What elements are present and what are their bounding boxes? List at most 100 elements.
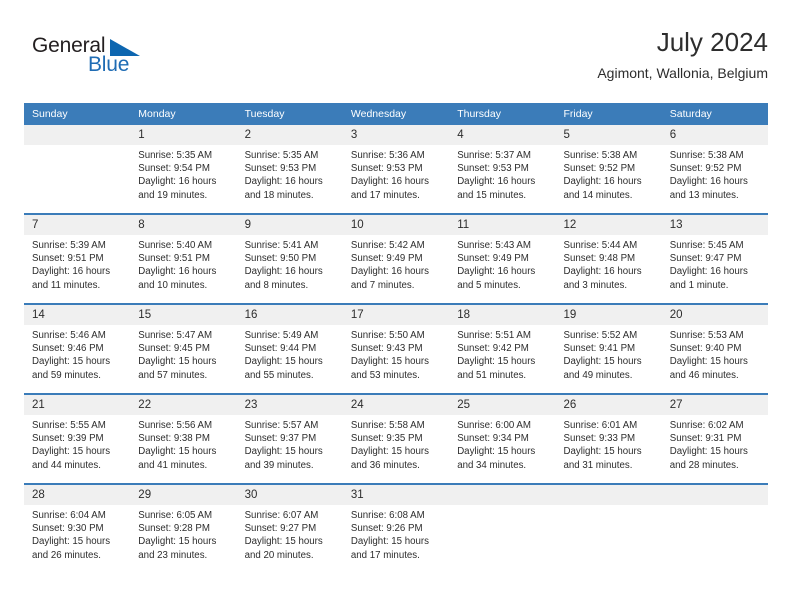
day-details: Sunrise: 5:36 AM Sunset: 9:53 PM Daylight:… <box>343 145 449 202</box>
day-detail-daylight2: and 26 minutes. <box>32 549 101 561</box>
day-number: 18 <box>449 305 556 325</box>
calendar-cell-inner: 10 Sunrise: 5:42 AM Sunset: 9:49 PM Dayligh… <box>342 215 450 303</box>
calendar-day-cell[interactable]: 22 Sunrise: 5:56 AM Sunset: 9:38 PM Dayligh… <box>130 393 237 484</box>
calendar-day-cell[interactable]: 12 Sunrise: 5:44 AM Sunset: 9:48 PM Dayligh… <box>555 213 662 304</box>
calendar-day-cell[interactable]: 18 Sunrise: 5:51 AM Sunset: 9:42 PM Dayligh… <box>449 303 556 394</box>
day-detail-sunset: Sunset: 9:49 PM <box>457 253 529 265</box>
calendar-cell-inner: 19 Sunrise: 5:52 AM Sunset: 9:41 PM Dayligh… <box>555 305 662 393</box>
calendar-cell-empty <box>555 483 662 573</box>
calendar-day-cell[interactable]: 16 Sunrise: 5:49 AM Sunset: 9:44 PM Dayligh… <box>236 303 343 394</box>
day-detail-sunrise: Sunrise: 5:56 AM <box>138 420 213 431</box>
calendar-day-cell[interactable]: 2 Sunrise: 5:35 AM Sunset: 9:53 PM Daylight… <box>236 125 343 214</box>
calendar-day-cell[interactable]: 29 Sunrise: 6:05 AM Sunset: 9:28 PM Dayligh… <box>130 483 237 573</box>
day-details: Sunrise: 6:07 AM Sunset: 9:27 PM Daylight:… <box>237 505 343 562</box>
day-details: Sunrise: 5:49 AM Sunset: 9:44 PM Daylight:… <box>237 325 343 382</box>
calendar-day-cell[interactable]: 15 Sunrise: 5:47 AM Sunset: 9:45 PM Dayligh… <box>130 303 237 394</box>
day-detail-sunset: Sunset: 9:53 PM <box>457 163 529 175</box>
day-details: Sunrise: 5:41 AM Sunset: 9:50 PM Daylight:… <box>237 235 343 292</box>
day-detail-sunrise: Sunrise: 5:47 AM <box>138 330 213 341</box>
day-number: 1 <box>130 125 237 145</box>
day-detail-daylight2: and 20 minutes. <box>244 549 314 561</box>
title-block: July 2024 Agimont, Wallonia, Belgium <box>597 26 768 83</box>
calendar-day-cell[interactable]: 9 Sunrise: 5:41 AM Sunset: 9:50 PM Daylight… <box>236 213 343 304</box>
day-detail-sunset: Sunset: 9:43 PM <box>350 343 423 355</box>
calendar-day-cell[interactable]: 7 Sunrise: 5:39 AM Sunset: 9:51 PM Daylight… <box>24 213 131 304</box>
day-detail-sunrise: Sunrise: 5:58 AM <box>350 420 425 431</box>
day-number: 13 <box>661 215 768 235</box>
day-detail-daylight1: Daylight: 15 hours <box>669 356 748 368</box>
day-number: 20 <box>661 305 768 325</box>
calendar-day-cell[interactable]: 10 Sunrise: 5:42 AM Sunset: 9:49 PM Dayligh… <box>342 213 450 304</box>
day-details: Sunrise: 5:57 AM Sunset: 9:37 PM Daylight:… <box>237 415 343 472</box>
day-detail-sunrise: Sunrise: 5:39 AM <box>32 240 106 251</box>
calendar-day-cell[interactable]: 8 Sunrise: 5:40 AM Sunset: 9:51 PM Daylight… <box>130 213 237 304</box>
calendar-day-cell[interactable]: 25 Sunrise: 6:00 AM Sunset: 9:34 PM Dayligh… <box>449 393 556 484</box>
day-detail-sunset: Sunset: 9:52 PM <box>669 163 742 175</box>
day-details: Sunrise: 5:47 AM Sunset: 9:45 PM Daylight:… <box>130 325 236 382</box>
day-details: Sunrise: 5:38 AM Sunset: 9:52 PM Daylight:… <box>555 145 661 202</box>
day-detail-daylight1: Daylight: 15 hours <box>138 356 217 368</box>
day-number <box>555 485 662 505</box>
calendar-day-cell[interactable]: 28 Sunrise: 6:04 AM Sunset: 9:30 PM Dayligh… <box>24 483 131 573</box>
calendar-day-cell[interactable]: 24 Sunrise: 5:58 AM Sunset: 9:35 PM Dayligh… <box>342 393 450 484</box>
day-detail-daylight1: Daylight: 16 hours <box>350 266 429 278</box>
day-detail-daylight1: Daylight: 15 hours <box>244 356 323 368</box>
calendar-cell-inner: 1 Sunrise: 5:35 AM Sunset: 9:54 PM Daylight… <box>130 125 237 213</box>
day-detail-sunset: Sunset: 9:54 PM <box>138 163 210 175</box>
day-detail-daylight1: Daylight: 16 hours <box>350 176 429 188</box>
day-detail-sunset: Sunset: 9:38 PM <box>138 433 210 445</box>
calendar-day-cell[interactable]: 11 Sunrise: 5:43 AM Sunset: 9:49 PM Dayligh… <box>449 213 556 304</box>
calendar-day-cell[interactable]: 19 Sunrise: 5:52 AM Sunset: 9:41 PM Dayligh… <box>555 303 662 394</box>
day-detail-daylight1: Daylight: 15 hours <box>32 446 111 458</box>
calendar-day-cell[interactable]: 20 Sunrise: 5:53 AM Sunset: 9:40 PM Dayligh… <box>661 303 768 394</box>
general-blue-logo[interactable]: General Blue <box>32 34 162 80</box>
day-number: 28 <box>24 485 131 505</box>
day-number: 21 <box>24 395 131 415</box>
day-detail-daylight1: Daylight: 15 hours <box>563 446 642 458</box>
calendar-cell-inner: 17 Sunrise: 5:50 AM Sunset: 9:43 PM Dayligh… <box>342 305 450 393</box>
calendar-cell-inner: 4 Sunrise: 5:37 AM Sunset: 9:53 PM Daylight… <box>449 125 556 213</box>
calendar-day-cell[interactable]: 1 Sunrise: 5:35 AM Sunset: 9:54 PM Daylight… <box>130 125 237 214</box>
calendar-day-cell[interactable]: 5 Sunrise: 5:38 AM Sunset: 9:52 PM Daylight… <box>555 125 662 214</box>
day-detail-daylight2: and 44 minutes. <box>32 459 101 471</box>
day-detail-daylight1: Daylight: 15 hours <box>457 356 536 368</box>
day-number: 19 <box>555 305 662 325</box>
day-details: Sunrise: 5:35 AM Sunset: 9:54 PM Daylight:… <box>130 145 236 202</box>
day-detail-sunset: Sunset: 9:46 PM <box>32 343 104 355</box>
day-detail-sunrise: Sunrise: 5:35 AM <box>138 150 213 161</box>
calendar-day-cell[interactable]: 3 Sunrise: 5:36 AM Sunset: 9:53 PM Daylight… <box>342 125 450 214</box>
calendar-day-cell[interactable]: 4 Sunrise: 5:37 AM Sunset: 9:53 PM Daylight… <box>449 125 556 214</box>
day-detail-sunrise: Sunrise: 6:00 AM <box>457 420 531 431</box>
calendar-day-cell[interactable]: 21 Sunrise: 5:55 AM Sunset: 9:39 PM Dayligh… <box>24 393 131 484</box>
calendar-cell-inner: 14 Sunrise: 5:46 AM Sunset: 9:46 PM Dayligh… <box>24 305 131 393</box>
calendar-day-cell[interactable]: 14 Sunrise: 5:46 AM Sunset: 9:46 PM Dayligh… <box>24 303 131 394</box>
calendar-cell-inner <box>449 485 556 573</box>
calendar-day-cell[interactable]: 23 Sunrise: 5:57 AM Sunset: 9:37 PM Dayligh… <box>236 393 343 484</box>
day-detail-daylight1: Daylight: 15 hours <box>244 446 323 458</box>
day-detail-daylight2: and 31 minutes. <box>563 459 633 471</box>
day-detail-daylight2: and 19 minutes. <box>138 189 208 201</box>
day-detail-daylight2: and 23 minutes. <box>138 549 208 561</box>
calendar-day-cell[interactable]: 17 Sunrise: 5:50 AM Sunset: 9:43 PM Dayligh… <box>342 303 450 394</box>
day-details: Sunrise: 5:50 AM Sunset: 9:43 PM Daylight:… <box>343 325 449 382</box>
day-detail-daylight1: Daylight: 15 hours <box>457 446 536 458</box>
calendar-day-cell[interactable]: 27 Sunrise: 6:02 AM Sunset: 9:31 PM Dayligh… <box>661 393 768 484</box>
day-number <box>661 485 768 505</box>
calendar-day-cell[interactable]: 13 Sunrise: 5:45 AM Sunset: 9:47 PM Dayligh… <box>661 213 768 304</box>
day-details: Sunrise: 5:56 AM Sunset: 9:38 PM Daylight:… <box>130 415 236 472</box>
day-detail-daylight2: and 3 minutes. <box>563 279 628 291</box>
day-details: Sunrise: 5:44 AM Sunset: 9:48 PM Daylight:… <box>555 235 661 292</box>
day-details: Sunrise: 5:40 AM Sunset: 9:51 PM Daylight:… <box>130 235 236 292</box>
calendar-table: Sunday Monday Tuesday Wednesday Thursday… <box>24 103 768 573</box>
calendar-week-row: 21 Sunrise: 5:55 AM Sunset: 9:39 PM Dayligh… <box>24 393 768 484</box>
day-detail-sunrise: Sunrise: 5:51 AM <box>457 330 531 341</box>
day-detail-sunset: Sunset: 9:35 PM <box>350 433 423 445</box>
calendar-cell-inner: 21 Sunrise: 5:55 AM Sunset: 9:39 PM Dayligh… <box>24 395 131 483</box>
day-detail-sunrise: Sunrise: 5:57 AM <box>244 420 319 431</box>
calendar-day-cell[interactable]: 6 Sunrise: 5:38 AM Sunset: 9:52 PM Daylight… <box>661 125 768 214</box>
calendar-day-cell[interactable]: 31 Sunrise: 6:08 AM Sunset: 9:26 PM Dayligh… <box>342 483 450 573</box>
calendar-day-cell[interactable]: 26 Sunrise: 6:01 AM Sunset: 9:33 PM Dayligh… <box>555 393 662 484</box>
calendar-cell-inner: 5 Sunrise: 5:38 AM Sunset: 9:52 PM Daylight… <box>555 125 662 213</box>
day-detail-sunset: Sunset: 9:49 PM <box>350 253 423 265</box>
calendar-day-cell[interactable]: 30 Sunrise: 6:07 AM Sunset: 9:27 PM Dayligh… <box>236 483 343 573</box>
